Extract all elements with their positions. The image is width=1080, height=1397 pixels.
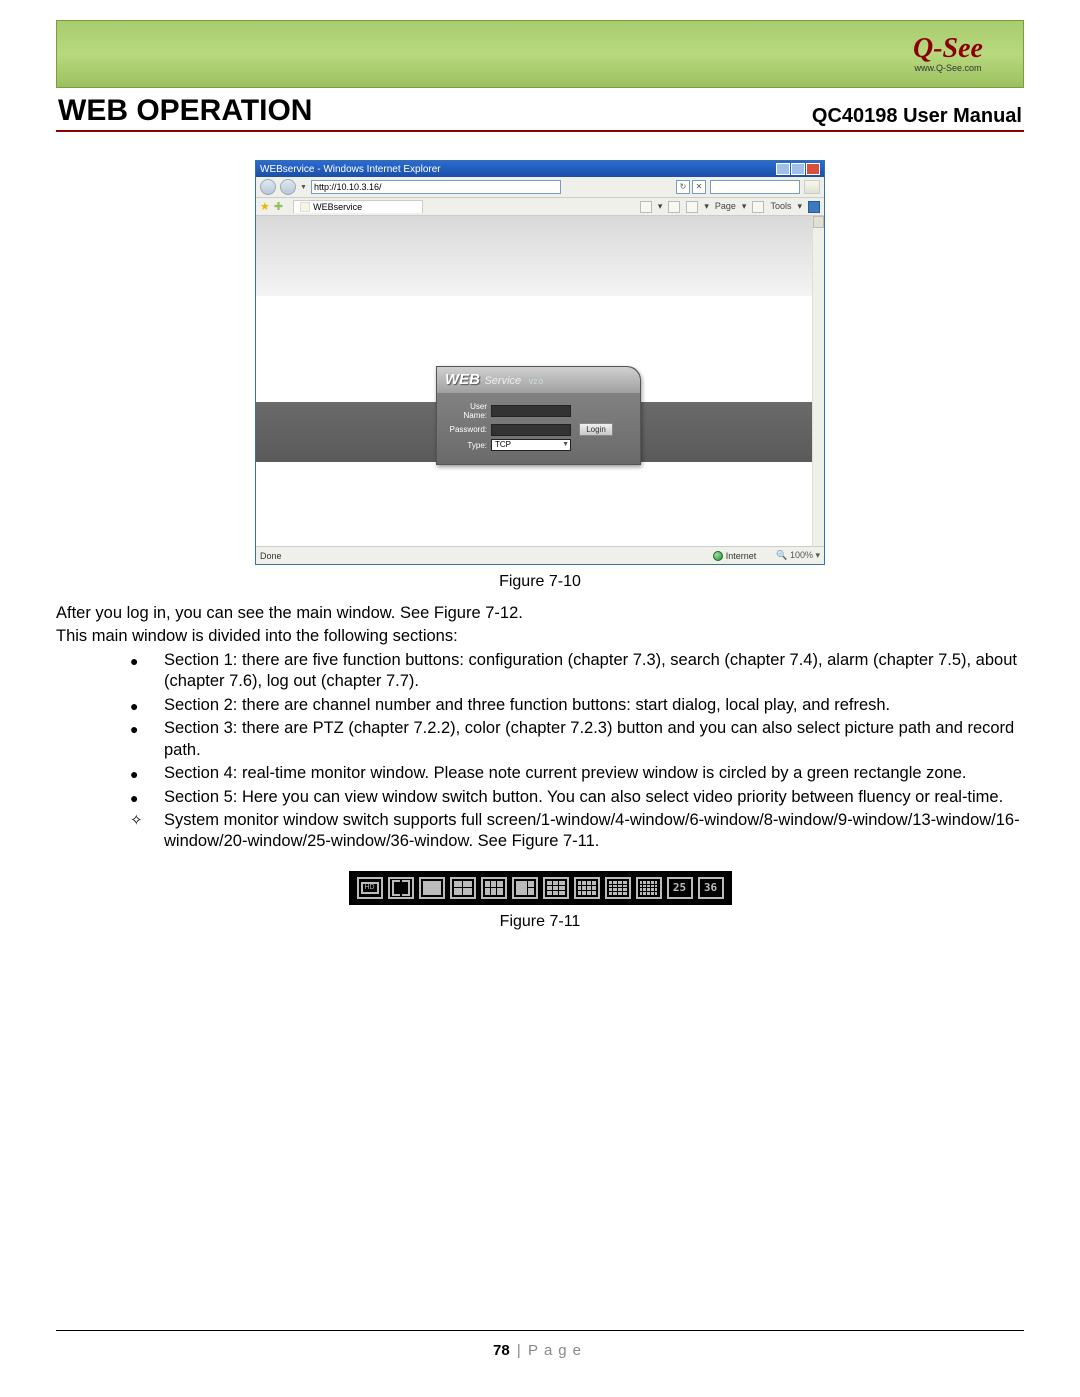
home-icon[interactable] [640,201,652,213]
window-25-button[interactable]: 25 [667,877,693,899]
manual-title: QC40198 User Manual [812,105,1022,128]
search-input[interactable] [710,180,800,194]
close-button[interactable] [806,163,820,175]
help-icon[interactable] [808,201,820,213]
intro-text-1: After you log in, you can see the main w… [56,603,1024,624]
tab-favicon-icon [300,202,310,212]
footer-rule [56,1330,1024,1331]
page-number: 78 [493,1342,510,1359]
figure-7-10-caption: Figure 7-10 [56,573,1024,591]
maximize-button[interactable] [791,163,805,175]
scroll-up-icon[interactable] [813,216,824,228]
qsee-logo: Q-See www.Q-See.com [883,26,1013,82]
feed-icon[interactable] [668,201,680,213]
dropdown-icon[interactable]: ▼ [300,184,307,191]
favorites-row: ★ ✚ WEBservice ▾ ▾ Page ▾ Tools [256,198,824,216]
tools-menu[interactable]: Tools [770,201,791,213]
list-item: Section 2: there are channel number and … [130,695,1024,716]
logo-text: Q-See [913,35,983,63]
list-item: Section 4: real-time monitor window. Ple… [130,763,1024,784]
scrollbar[interactable] [812,216,824,546]
password-field[interactable] [491,424,571,436]
logo-url: www.Q-See.com [914,63,981,73]
list-item: Section 5: Here you can view window swit… [130,787,1024,808]
type-label: Type: [445,441,487,450]
login-button[interactable]: Login [579,423,613,436]
section-title: WEB OPERATION [58,94,312,128]
username-label: User Name: [445,402,487,420]
window-1-button[interactable] [419,877,445,899]
window-6-button[interactable] [481,877,507,899]
type-select[interactable]: TCP ▼ [491,439,571,451]
status-zoom[interactable]: 🔍 100% ▾ [776,550,820,561]
browser-tab[interactable]: WEBservice [293,200,423,213]
header-banner: Q-See www.Q-See.com [56,20,1024,88]
diamond-bullets: System monitor window switch supports fu… [56,810,1024,853]
login-panel: WEB Service V2.0 User Name: Password: Lo… [436,366,641,465]
browser-window: WEBservice - Windows Internet Explorer ▼… [255,160,825,565]
page-menu[interactable]: Page [715,201,736,213]
back-button[interactable] [260,179,276,195]
list-item: Section 1: there are five function butto… [130,650,1024,693]
page-footer: 78 | Page [0,1342,1080,1359]
password-label: Password: [445,425,487,434]
browser-content: WEB Service V2.0 User Name: Password: Lo… [256,216,824,546]
login-brand-service: Service [484,375,521,387]
tools-icon[interactable] [752,201,764,213]
figure-7-10: WEBservice - Windows Internet Explorer ▼… [56,160,1024,591]
window-9-button[interactable] [543,877,569,899]
add-favorite-icon[interactable]: ✚ [274,200,283,213]
search-button[interactable] [804,180,820,194]
type-value: TCP [495,439,511,451]
window-13-button[interactable] [574,877,600,899]
refresh-icon[interactable]: ↻ [676,180,690,194]
forward-button[interactable] [280,179,296,195]
address-input[interactable] [311,180,561,194]
browser-titlebar: WEBservice - Windows Internet Explorer [256,161,824,177]
minimize-button[interactable] [776,163,790,175]
list-item: System monitor window switch supports fu… [130,810,1024,853]
window-36-button[interactable]: 36 [698,877,724,899]
window-8-button[interactable] [512,877,538,899]
page-word: Page [528,1342,587,1359]
window-20-button[interactable] [636,877,662,899]
fullscreen-button[interactable] [388,877,414,899]
status-done: Done [260,551,282,561]
window-switch-toolbar: HD 25 36 [349,871,732,905]
print-icon[interactable] [686,201,698,213]
hd-button[interactable]: HD [357,877,383,899]
window-16-button[interactable] [605,877,631,899]
address-row: ▼ ↻ ✕ [256,177,824,198]
status-zone: Internet [726,551,757,561]
list-item: Section 3: there are PTZ (chapter 7.2.2)… [130,718,1024,761]
figure-7-11: HD 25 36 Figure 7-11 [56,871,1024,931]
status-bar: Done Internet 🔍 100% ▾ [256,546,824,564]
intro-text-2: This main window is divided into the fol… [56,626,1024,647]
favorites-star-icon[interactable]: ★ [260,200,270,213]
login-brand-version: V2.0 [529,379,543,386]
stop-icon[interactable]: ✕ [692,180,706,194]
window-4-button[interactable] [450,877,476,899]
section-title-row: WEB OPERATION QC40198 User Manual [56,88,1024,132]
window-title: WEBservice - Windows Internet Explorer [260,164,776,175]
chevron-down-icon: ▼ [562,439,570,451]
figure-7-11-caption: Figure 7-11 [56,913,1024,931]
login-brand-web: WEB [445,371,480,388]
section-bullets: Section 1: there are five function butto… [56,650,1024,808]
internet-zone-icon [713,551,723,561]
tab-label: WEBservice [313,202,362,212]
login-header: WEB Service V2.0 [437,367,640,393]
browser-toolbar: ▾ ▾ Page ▾ Tools ▾ [640,201,824,213]
username-field[interactable] [491,405,571,417]
